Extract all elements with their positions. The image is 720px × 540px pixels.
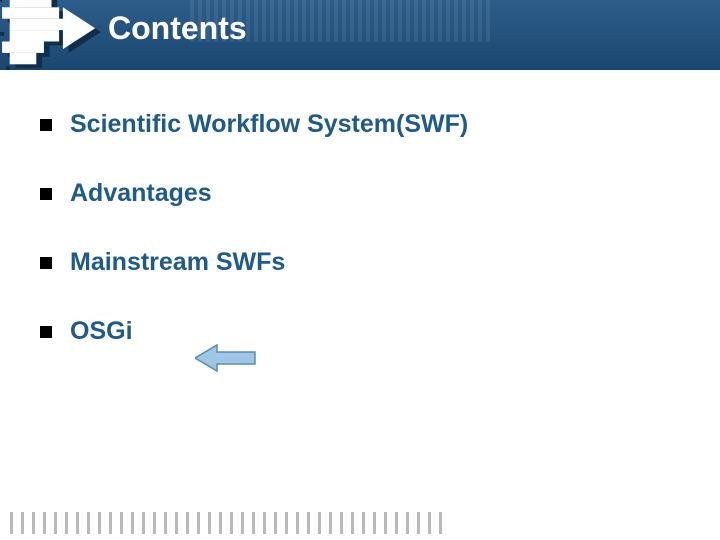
square-bullet-icon: [40, 119, 52, 131]
pointing-hand-icon: [0, 0, 109, 89]
square-bullet-icon: [40, 326, 52, 338]
list-item: Advantages: [40, 179, 680, 208]
list-item: OSGi: [40, 317, 680, 346]
list-item-label: Advantages: [70, 179, 212, 208]
slide: Contents: [0, 0, 720, 540]
content-list: Scientific Workflow System(SWF) Advantag…: [40, 110, 680, 386]
bottom-tick-decoration: [10, 512, 450, 534]
list-item-label: Mainstream SWFs: [70, 248, 285, 277]
left-arrow-icon: [195, 343, 257, 373]
list-item-label: OSGi: [70, 317, 133, 346]
slide-title: Contents: [108, 10, 247, 47]
list-item: Mainstream SWFs: [40, 248, 680, 277]
square-bullet-icon: [40, 257, 52, 269]
list-item-label: Scientific Workflow System(SWF): [70, 110, 468, 139]
square-bullet-icon: [40, 188, 52, 200]
list-item: Scientific Workflow System(SWF): [40, 110, 680, 139]
